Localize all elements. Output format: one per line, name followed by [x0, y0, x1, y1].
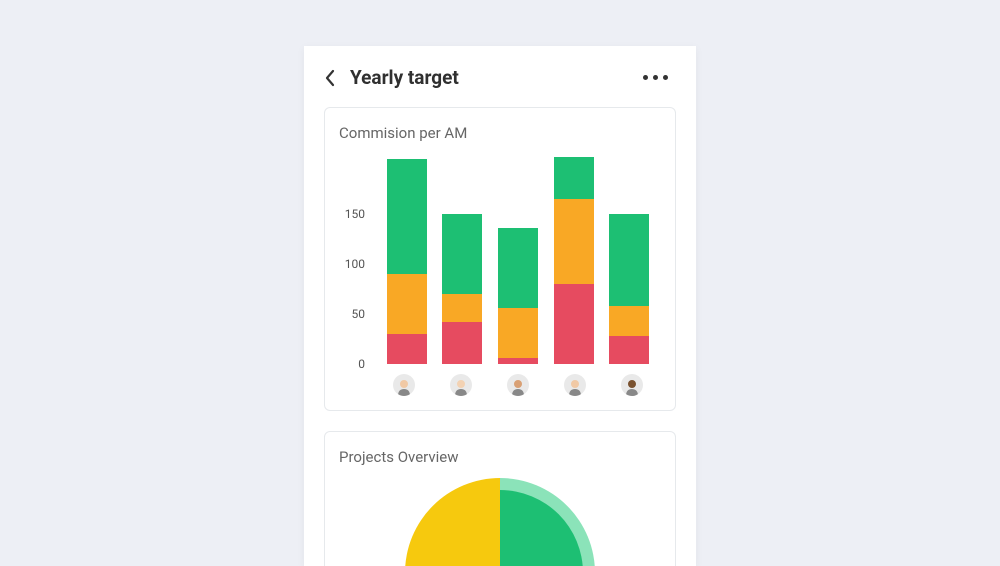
more-dots-icon [653, 75, 658, 80]
bar-segment [387, 274, 427, 334]
card-projects-overview: Projects Overview [324, 431, 676, 566]
bar-segment [498, 308, 538, 358]
x-axis-avatars [339, 374, 661, 396]
bar-segment [387, 334, 427, 364]
app-frame: Yearly target Commision per AM 0 50 100 150… [304, 46, 696, 566]
pie-chart [339, 478, 661, 566]
card-title: Commision per AM [339, 124, 661, 142]
y-tick-label: 150 [345, 207, 365, 221]
bar-segment [442, 214, 482, 294]
avatar [564, 374, 586, 396]
app-header: Yearly target [304, 46, 696, 107]
bar-column [609, 214, 649, 364]
bar-segment [498, 228, 538, 308]
chevron-left-icon [324, 69, 336, 87]
bar-segment [442, 294, 482, 322]
more-dots-icon [643, 75, 648, 80]
bar-chart: 050100150 [339, 154, 661, 364]
bar-segment [554, 284, 594, 364]
bar-column [554, 157, 594, 364]
avatar [450, 374, 472, 396]
pie-inner-ring [417, 490, 583, 566]
bar-segment [387, 159, 427, 274]
back-button[interactable] [322, 67, 338, 89]
bar-segment [442, 322, 482, 364]
bar-segment [498, 358, 538, 364]
plot-area [375, 154, 661, 364]
avatar [507, 374, 529, 396]
bar-segment [554, 199, 594, 284]
more-button[interactable] [639, 71, 672, 84]
bar-column [387, 159, 427, 364]
card-commission-per-am: Commision per AM 0 50 100 150 [324, 107, 676, 411]
card-title: Projects Overview [339, 448, 661, 466]
y-tick-label: 0 [358, 357, 365, 371]
bar-segment [554, 157, 594, 199]
more-dots-icon [663, 75, 668, 80]
bar-segment [609, 306, 649, 336]
y-tick-label: 100 [345, 257, 365, 271]
y-tick-label: 50 [352, 307, 366, 321]
bar-segment [609, 214, 649, 306]
avatar [621, 374, 643, 396]
header-left: Yearly target [322, 66, 459, 89]
page-title: Yearly target [350, 66, 459, 89]
bar-segment [609, 336, 649, 364]
y-axis: 050100150 [339, 154, 375, 364]
avatar [393, 374, 415, 396]
bar-column [498, 228, 538, 364]
bar-column [442, 214, 482, 364]
